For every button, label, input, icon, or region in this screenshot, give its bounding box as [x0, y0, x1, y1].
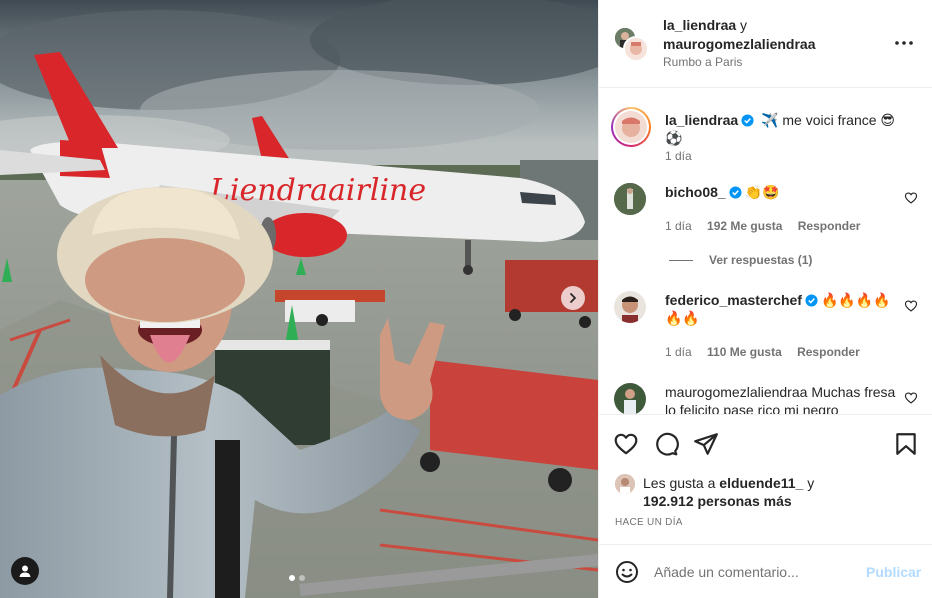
avatar[interactable] [623, 36, 649, 62]
comment-text: bicho08_ 👏🤩 [665, 183, 897, 201]
comment-text: federico_masterchef 🔥🔥🔥🔥🔥🔥 [665, 291, 897, 327]
caption-username[interactable]: la_liendraa [665, 112, 738, 128]
author-username[interactable]: la_liendraa [663, 17, 736, 33]
caption-meta: 1 día [665, 149, 704, 163]
verified-badge-icon [741, 114, 754, 127]
user-tag-icon [19, 565, 31, 577]
post-actions-bar [599, 414, 932, 474]
caption-time: 1 día [665, 149, 692, 163]
carousel-dots [289, 575, 305, 581]
verified-badge-icon [805, 294, 818, 307]
like-comment-heart-icon[interactable] [904, 299, 918, 313]
avatar-image [615, 474, 635, 494]
like-comment-heart-icon[interactable] [904, 191, 918, 205]
more-options-button[interactable] [892, 33, 916, 53]
post-authors: la_liendraa y maurogomezlaliendraa [663, 16, 816, 54]
send-icon[interactable] [693, 431, 719, 457]
liker-username[interactable]: elduende11_ [719, 475, 803, 491]
reply-button[interactable]: Responder [797, 345, 860, 359]
comments-list[interactable]: la_liendraa ✈️ me voici france 😎 ⚽ 1 día… [599, 89, 932, 414]
post-photo: Liendraairline [0, 0, 598, 598]
carousel-dot [299, 575, 305, 581]
tagged-users-button[interactable] [11, 557, 39, 585]
more-horizontal-icon [895, 41, 913, 45]
post-location[interactable]: Rumbo a Paris [663, 55, 742, 69]
avatar[interactable] [614, 291, 646, 323]
collab-avatars[interactable] [613, 26, 649, 62]
replies-divider-line [669, 259, 693, 261]
likes-line: Les gusta a elduende11_ y [643, 474, 814, 492]
reply-button[interactable]: Responder [798, 219, 861, 233]
comment-body: 👏🤩 [744, 184, 780, 200]
bookmark-icon[interactable] [893, 431, 919, 457]
heart-icon[interactable] [613, 431, 639, 457]
avatar-image [614, 183, 646, 215]
comment-meta: 1 día 110 Me gusta Responder [665, 345, 872, 359]
publish-button[interactable]: Publicar [866, 564, 921, 580]
comment-icon[interactable] [653, 431, 679, 457]
avatar-image [615, 111, 647, 143]
avatar-story-ring[interactable] [611, 107, 651, 147]
authors-connector: y [740, 17, 748, 33]
carousel-dot-active [289, 575, 295, 581]
comment-meta: 1 día 192 Me gusta Responder [665, 219, 872, 233]
post-timestamp[interactable]: HACE UN DÍA [615, 517, 683, 528]
avatar[interactable] [614, 183, 646, 215]
view-replies-label: Ver respuestas (1) [709, 253, 813, 267]
comment-time: 1 día [665, 345, 692, 359]
avatar[interactable] [614, 383, 646, 414]
post-header: la_liendraa y maurogomezlaliendraa Rumbo… [599, 0, 932, 88]
post-side-panel: la_liendraa y maurogomezlaliendraa Rumbo… [598, 0, 932, 598]
likes-count[interactable]: 192.912 personas más [643, 492, 792, 510]
add-comment-bar: Publicar [599, 544, 932, 598]
caption-body: me voici france [782, 112, 877, 128]
comment-username[interactable]: bicho08_ [665, 184, 726, 200]
caption-text: la_liendraa ✈️ me voici france 😎 ⚽ [665, 111, 915, 147]
comment-time: 1 día [665, 219, 692, 233]
comment-username[interactable]: federico_masterchef [665, 292, 802, 308]
coauthor-username[interactable]: maurogomezlaliendraa [663, 36, 816, 52]
comment-likes[interactable]: 192 Me gusta [707, 219, 782, 233]
smiley-icon[interactable] [615, 560, 639, 584]
likes-connector: y [807, 475, 815, 491]
like-comment-heart-icon[interactable] [904, 391, 918, 405]
comment-likes[interactable]: 110 Me gusta [707, 345, 782, 359]
verified-badge-icon [729, 186, 742, 199]
next-photo-button[interactable] [561, 286, 585, 310]
likes-prefix: Les gusta a [643, 475, 716, 491]
comment-username[interactable]: maurogomezlaliendraa [665, 384, 807, 400]
avatar-image [614, 291, 646, 323]
avatar-image [614, 383, 646, 414]
view-replies-button[interactable]: Ver respuestas (1) [669, 253, 812, 267]
avatar[interactable] [615, 474, 635, 494]
plane-livery-text: Liendraairline [209, 173, 426, 208]
comment-input[interactable] [654, 561, 854, 583]
chevron-right-icon [570, 293, 576, 303]
selfie-airport-image: Liendraairline [0, 0, 598, 598]
comment-text: maurogomezlaliendraa Muchas fresa lo fel… [665, 383, 897, 414]
avatar-image [625, 38, 647, 60]
caption-emoji-before: ✈️ [761, 112, 779, 128]
